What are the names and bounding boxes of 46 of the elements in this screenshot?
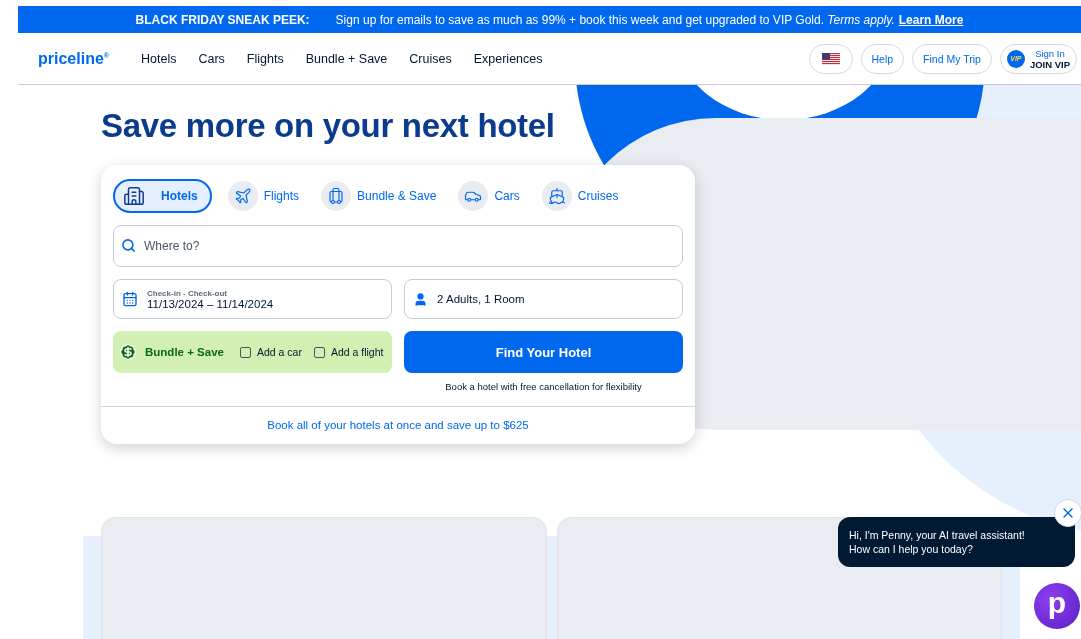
field-label: Check-in - Check-out (147, 288, 228, 298)
search-tab[interactable]: Hotels (113, 179, 212, 213)
nav-link[interactable]: Cars (198, 51, 225, 66)
find-hotel-button[interactable]: Find Your Hotel (404, 331, 683, 373)
guests-field[interactable]: 2 Adults, 1 Room (404, 279, 683, 319)
join-vip-label: JOIN VIP (1029, 58, 1070, 70)
cruise-icon (547, 187, 566, 205)
nav-link[interactable]: Hotels (141, 51, 177, 66)
search-tab[interactable]: Flights (225, 179, 306, 213)
country-button[interactable] (808, 43, 853, 74)
cancellation-note: Book a hotel with free cancellation for flexibility (444, 381, 643, 392)
dollar-badge-icon (119, 343, 137, 361)
nav-link[interactable]: Bundle + Save (305, 51, 388, 66)
chat-message: Hi, I'm Penny, your AI travel assistant! How can I help you today? (838, 517, 1075, 567)
banner-text: Sign up for emails to save as much as 99% + book this week and get upgraded to VIP Gold. Terms apply. (335, 12, 895, 27)
nav-link[interactable]: Cruises (409, 51, 452, 66)
search-tab[interactable]: Bundle & Save (319, 179, 443, 213)
assistant-avatar[interactable]: p (1034, 583, 1080, 629)
dates-field[interactable]: Check-in - Check-out 11/13/2024 – 11/14/2024 (113, 279, 392, 319)
checkbox[interactable] (313, 346, 325, 358)
help-button[interactable]: Help (860, 43, 905, 74)
nav-link[interactable]: Flights (246, 51, 284, 66)
destination-field[interactable]: Where to? (113, 225, 683, 267)
search-tab[interactable]: Cars (456, 179, 526, 213)
bundle-checkbox[interactable]: Add a car (239, 346, 302, 358)
sign-in-label: Sign In (1035, 47, 1065, 59)
bundle-label: Bundle + Save (145, 346, 224, 358)
search-tab[interactable]: Cruises (539, 179, 625, 213)
banner-label: BLACK FRIDAY SNEAK PEEK: (135, 12, 310, 27)
bundle-checkbox[interactable]: Add a flight (313, 346, 384, 358)
calendar-icon (122, 291, 138, 307)
field-value: 2 Adults, 1 Room (437, 293, 525, 305)
checkbox[interactable] (239, 346, 251, 358)
us-flag-icon (821, 52, 840, 65)
bundle-icon (327, 187, 346, 205)
person-icon (413, 291, 428, 307)
field-value: 11/13/2024 – 11/14/2024 (147, 297, 274, 310)
hotel-icon (123, 185, 145, 207)
nav-link[interactable]: Experiences (473, 51, 543, 66)
page-heading: Save more on your next hotel (101, 107, 556, 145)
learn-more-link[interactable]: Learn More (898, 12, 964, 27)
bundle-savings-link[interactable]: Book all of your hotels at once and save up to $625 (101, 407, 695, 444)
find-trip-button[interactable]: Find My Trip (912, 43, 992, 74)
search-icon (121, 238, 136, 253)
logo[interactable]: priceline$^{®}$ (38, 49, 109, 68)
flight-icon (233, 187, 252, 205)
